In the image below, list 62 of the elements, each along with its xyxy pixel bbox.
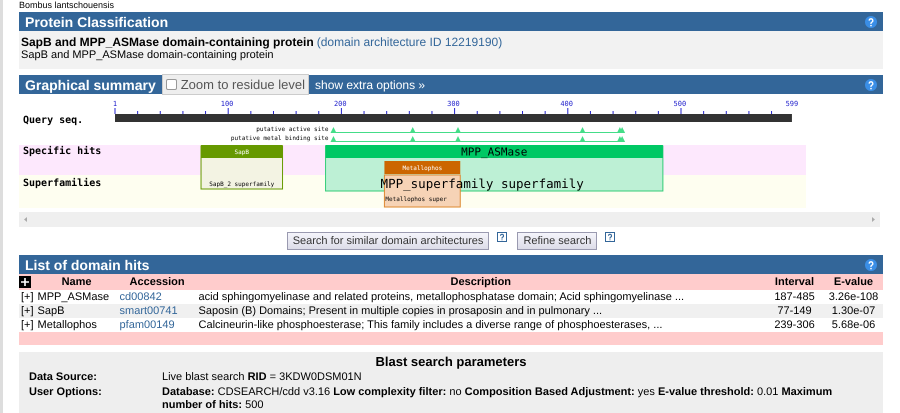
- site-marker-icon[interactable]: [619, 127, 626, 133]
- parameter-label: User Options:: [29, 386, 103, 400]
- help-icon[interactable]: [605, 232, 616, 242]
- site-marker-icon[interactable]: [455, 127, 461, 133]
- column-header: Accession: [118, 274, 197, 290]
- parameter-value: Live blast search RID = 3KDW0DSM01N: [162, 371, 363, 384]
- site-marker-icon[interactable]: [580, 136, 586, 142]
- table-cell: 3.26e-108: [824, 290, 883, 304]
- zoom-checkbox[interactable]: Zoom to residue level: [162, 74, 310, 95]
- parameter-value: Database: CDSEARCH/cdd v3.16 Low complexity filter: no Composition Based Adjustment: yes E-value threshold: 0.01 Maximum number of hits: 500: [162, 386, 834, 412]
- parameter-label: Data Source:: [29, 371, 98, 384]
- table-cell: Calcineurin-like phosphoesterase; This family includes a diverse range of phosphoesterases, ...: [196, 318, 765, 332]
- panel-title: Blast search parameters: [374, 354, 528, 369]
- expand-toggle[interactable]: [+]: [19, 304, 36, 318]
- table-cell: 1.30e-07: [824, 304, 883, 318]
- site-marker-icon[interactable]: [410, 127, 416, 133]
- site-marker-icon[interactable]: [410, 136, 416, 142]
- domain-bar[interactable]: [326, 145, 663, 158]
- protein-description: SapB and MPP_ASMase domain-containing protein: [21, 49, 275, 61]
- site-marker-icon[interactable]: [330, 136, 336, 142]
- expand-all-icon[interactable]: [19, 276, 31, 288]
- superfamily-label: MPP_superfamily superfamily: [380, 176, 584, 191]
- site-marker-icon[interactable]: [455, 136, 461, 142]
- domain-label: MPP_ASMase: [461, 146, 528, 158]
- accession-link[interactable]: cd00842: [118, 290, 197, 304]
- table-cell: 77-149: [765, 304, 824, 318]
- table-cell: 187-485: [765, 290, 824, 304]
- horizontal-scrollbar[interactable]: [19, 212, 880, 227]
- expand-toggle[interactable]: [+]: [19, 290, 36, 304]
- column-header: Description: [196, 274, 765, 290]
- help-icon[interactable]: [865, 78, 877, 90]
- action-button[interactable]: Refine search: [517, 232, 598, 250]
- table-cell: Metallophos: [36, 318, 118, 332]
- column-header: Name: [36, 274, 118, 290]
- table-cell: 5.68e-06: [824, 318, 883, 332]
- column-header: Interval: [765, 274, 824, 290]
- section-title: List of domain hits: [25, 256, 150, 272]
- table-cell: MPP_ASMase: [36, 290, 118, 304]
- row-label: Query seq.: [23, 115, 84, 126]
- row-label: Specific hits: [23, 146, 102, 157]
- action-button[interactable]: Search for similar domain architectures: [286, 232, 490, 250]
- column-header: E-value: [824, 274, 883, 290]
- help-icon[interactable]: [865, 258, 877, 270]
- organism-name: Bombus lantschouensis: [19, 0, 114, 10]
- extra-options-link[interactable]: show extra options »: [315, 78, 426, 92]
- accession-link[interactable]: smart00741: [118, 304, 197, 318]
- table-cell: acid sphingomyelinase and related proteins, metallophosphatase domain; Acid sphingomyelinase ...: [196, 290, 765, 304]
- table-cell: 239-306: [765, 318, 824, 332]
- table-cell: Saposin (B) Domains; Present in multiple copies in prosaposin and in pulmonary ...: [196, 304, 765, 318]
- expand-toggle[interactable]: [+]: [19, 318, 36, 332]
- site-marker-icon[interactable]: [330, 127, 336, 133]
- protein-name: SapB and MPP_ASMase domain-containing protein: [21, 35, 314, 49]
- site-marker-icon[interactable]: [580, 127, 586, 133]
- accession-link[interactable]: pfam00149: [118, 318, 197, 332]
- table-cell: SapB: [36, 304, 118, 318]
- architecture-link[interactable]: (domain architecture ID 12219190): [316, 35, 502, 49]
- row-label: Superfamilies: [23, 178, 102, 189]
- help-icon[interactable]: [497, 232, 508, 242]
- section-title: Graphical summary: [25, 76, 156, 92]
- site-marker-icon[interactable]: [619, 136, 626, 142]
- section-title: Protein Classification: [25, 14, 168, 30]
- help-icon[interactable]: [865, 16, 877, 28]
